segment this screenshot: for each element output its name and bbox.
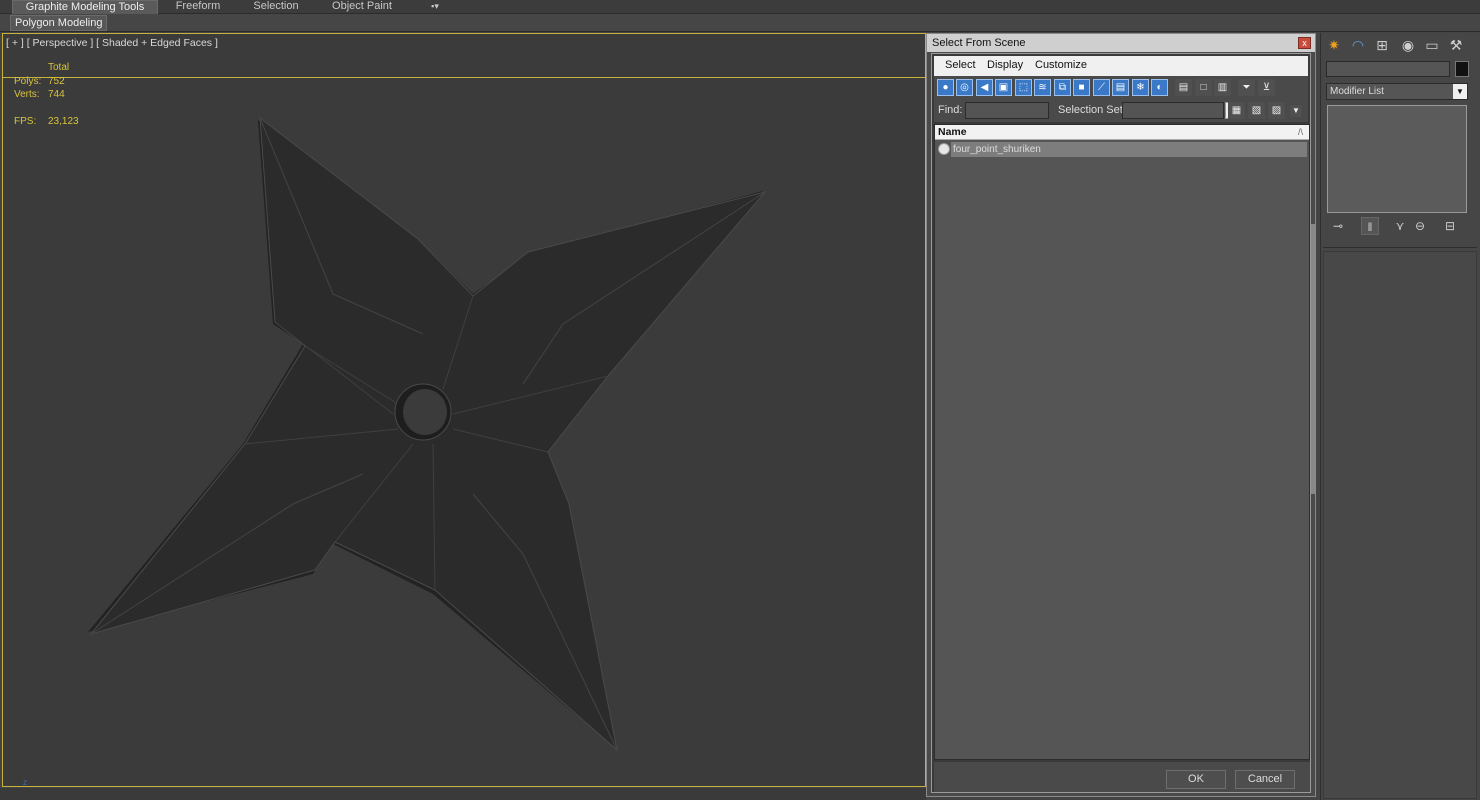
frozen-icon[interactable]: ❄: [1132, 79, 1149, 96]
list-item[interactable]: four_point_shuriken: [951, 142, 1307, 157]
geometry-icon[interactable]: ●: [937, 79, 954, 96]
column-header-name[interactable]: Name /\: [935, 125, 1309, 140]
shuriken-body: [88, 116, 767, 752]
column-name-label: Name: [938, 126, 967, 138]
stats-verts-label: Verts:: [14, 89, 40, 100]
dialog-body: Select Display Customize ● ◎ ◀ ▣ ⬚ ≋ ⧉ ■…: [931, 53, 1311, 793]
chevron-down-icon[interactable]: ▼: [1453, 84, 1467, 99]
create-icon[interactable]: ✷: [1325, 36, 1343, 54]
filter-options-icon[interactable]: ⊻: [1258, 79, 1275, 96]
menu-customize[interactable]: Customize: [1035, 59, 1087, 71]
helpers-icon[interactable]: ⬚: [1015, 79, 1032, 96]
modifier-list-dropdown[interactable]: Modifier List ▼: [1326, 83, 1468, 100]
remove-modifier-icon[interactable]: ⊖: [1411, 217, 1429, 235]
dialog-menubar: Select Display Customize: [934, 56, 1308, 76]
stats-divider: [3, 77, 925, 78]
add-to-selection-set-icon[interactable]: ▧: [1248, 102, 1265, 119]
ok-button[interactable]: OK: [1166, 770, 1226, 789]
perspective-viewport[interactable]: [ + ] [ Perspective ] [ Shaded + Edged F…: [2, 33, 926, 787]
make-unique-icon[interactable]: ⋎: [1391, 217, 1409, 235]
viewport-bottom-strip: [0, 788, 926, 800]
dialog-toolbar: ● ◎ ◀ ▣ ⬚ ≋ ⧉ ■ ⟋ ▤ ❄ ◐ ▤ □ ▥ ⏷ ⊻: [934, 76, 1308, 100]
tab-graphite-modeling-tools[interactable]: Graphite Modeling Tools: [12, 0, 158, 14]
select-none-icon[interactable]: □: [1195, 79, 1212, 96]
cancel-button[interactable]: Cancel: [1235, 770, 1295, 789]
ribbon-panel-bar: Polygon Modeling: [0, 14, 1480, 32]
spacewarps-icon[interactable]: ≋: [1034, 79, 1051, 96]
stats-header: Total: [48, 62, 70, 73]
groups-icon[interactable]: ⧉: [1054, 79, 1071, 96]
utilities-icon[interactable]: ⚒: [1447, 36, 1465, 54]
create-selection-set-icon[interactable]: ▦: [1228, 102, 1245, 119]
app-window: Graphite Modeling Tools Freeform Selecti…: [0, 0, 1480, 800]
hierarchy-icon[interactable]: ⊞: [1373, 36, 1391, 54]
filter-icon[interactable]: ⏷: [1238, 79, 1255, 96]
motion-icon[interactable]: ◉: [1399, 36, 1417, 54]
axis-tripod-icon: z: [23, 778, 27, 787]
mesh-center-hole: [403, 389, 447, 435]
modifier-list-label: Modifier List: [1330, 86, 1384, 97]
stats-polys-label: Polys:: [14, 76, 42, 87]
polygon-modeling-button[interactable]: Polygon Modeling: [10, 15, 108, 31]
tab-freeform[interactable]: Freeform: [164, 0, 232, 14]
select-from-scene-dialog: Select From Scene x Select Display Custo…: [926, 33, 1316, 797]
stats-fps-value: 23,123: [48, 116, 79, 127]
menu-select[interactable]: Select: [945, 59, 976, 71]
dialog-resize-handle[interactable]: [1311, 224, 1315, 494]
xrefs-icon[interactable]: ■: [1073, 79, 1090, 96]
remove-from-selection-set-icon[interactable]: ▨: [1268, 102, 1285, 119]
panel-divider: [1323, 247, 1477, 248]
shapes-icon[interactable]: ◎: [956, 79, 973, 96]
find-row: Find: Selection Set: ▼ ▦ ▧ ▨ ▼: [934, 100, 1308, 122]
expand-arrow-icon[interactable]: ▼: [1290, 105, 1302, 117]
modify-icon[interactable]: ◠: [1349, 36, 1367, 54]
viewport-label[interactable]: [ + ] [ Perspective ] [ Shaded + Edged F…: [6, 37, 218, 49]
selection-set-dropdown[interactable]: [1122, 102, 1224, 119]
select-invert-icon[interactable]: ▥: [1214, 79, 1231, 96]
sort-icon: /\: [1297, 127, 1303, 137]
scene-object-list[interactable]: Name /\ four_point_shuriken: [934, 124, 1310, 760]
object-name-field[interactable]: [1326, 61, 1450, 77]
ribbon-options-icon[interactable]: ▪▾: [422, 0, 448, 14]
object-color-swatch[interactable]: [1455, 61, 1469, 77]
stats-verts-value: 744: [48, 89, 65, 100]
command-panel: ✷ ◠ ⊞ ◉ ▭ ⚒ Modifier List ▼ ⊸ ‖ ⋎ ⊖ ⊟: [1320, 33, 1480, 800]
lights-icon[interactable]: ◀: [976, 79, 993, 96]
cameras-icon[interactable]: ▣: [995, 79, 1012, 96]
pin-stack-icon[interactable]: ⊸: [1329, 217, 1347, 235]
show-end-result-icon[interactable]: ‖: [1361, 217, 1379, 235]
find-input[interactable]: [965, 102, 1049, 119]
dialog-title[interactable]: Select From Scene: [927, 34, 1315, 52]
containers-icon[interactable]: ▤: [1112, 79, 1129, 96]
tab-selection[interactable]: Selection: [244, 0, 308, 14]
ribbon-tabs: Graphite Modeling Tools Freeform Selecti…: [0, 0, 1480, 14]
shuriken-mesh: [88, 116, 767, 752]
hidden-icon[interactable]: ◐: [1151, 79, 1168, 96]
modifier-stack[interactable]: [1327, 105, 1467, 213]
dialog-footer: OK Cancel: [934, 762, 1310, 792]
configure-sets-icon[interactable]: ⊟: [1441, 217, 1459, 235]
close-icon[interactable]: x: [1298, 37, 1311, 49]
selection-set-label: Selection Set:: [1058, 104, 1126, 116]
select-all-icon[interactable]: ▤: [1175, 79, 1192, 96]
stats-fps-label: FPS:: [14, 116, 37, 127]
parameters-rollout: [1323, 251, 1477, 799]
stats-polys-value: 752: [48, 76, 65, 87]
find-label: Find:: [938, 104, 963, 116]
menu-display[interactable]: Display: [987, 59, 1023, 71]
bones-icon[interactable]: ⟋: [1093, 79, 1110, 96]
display-icon[interactable]: ▭: [1423, 36, 1441, 54]
tab-object-paint[interactable]: Object Paint: [322, 0, 402, 14]
geometry-object-icon: [938, 143, 950, 155]
